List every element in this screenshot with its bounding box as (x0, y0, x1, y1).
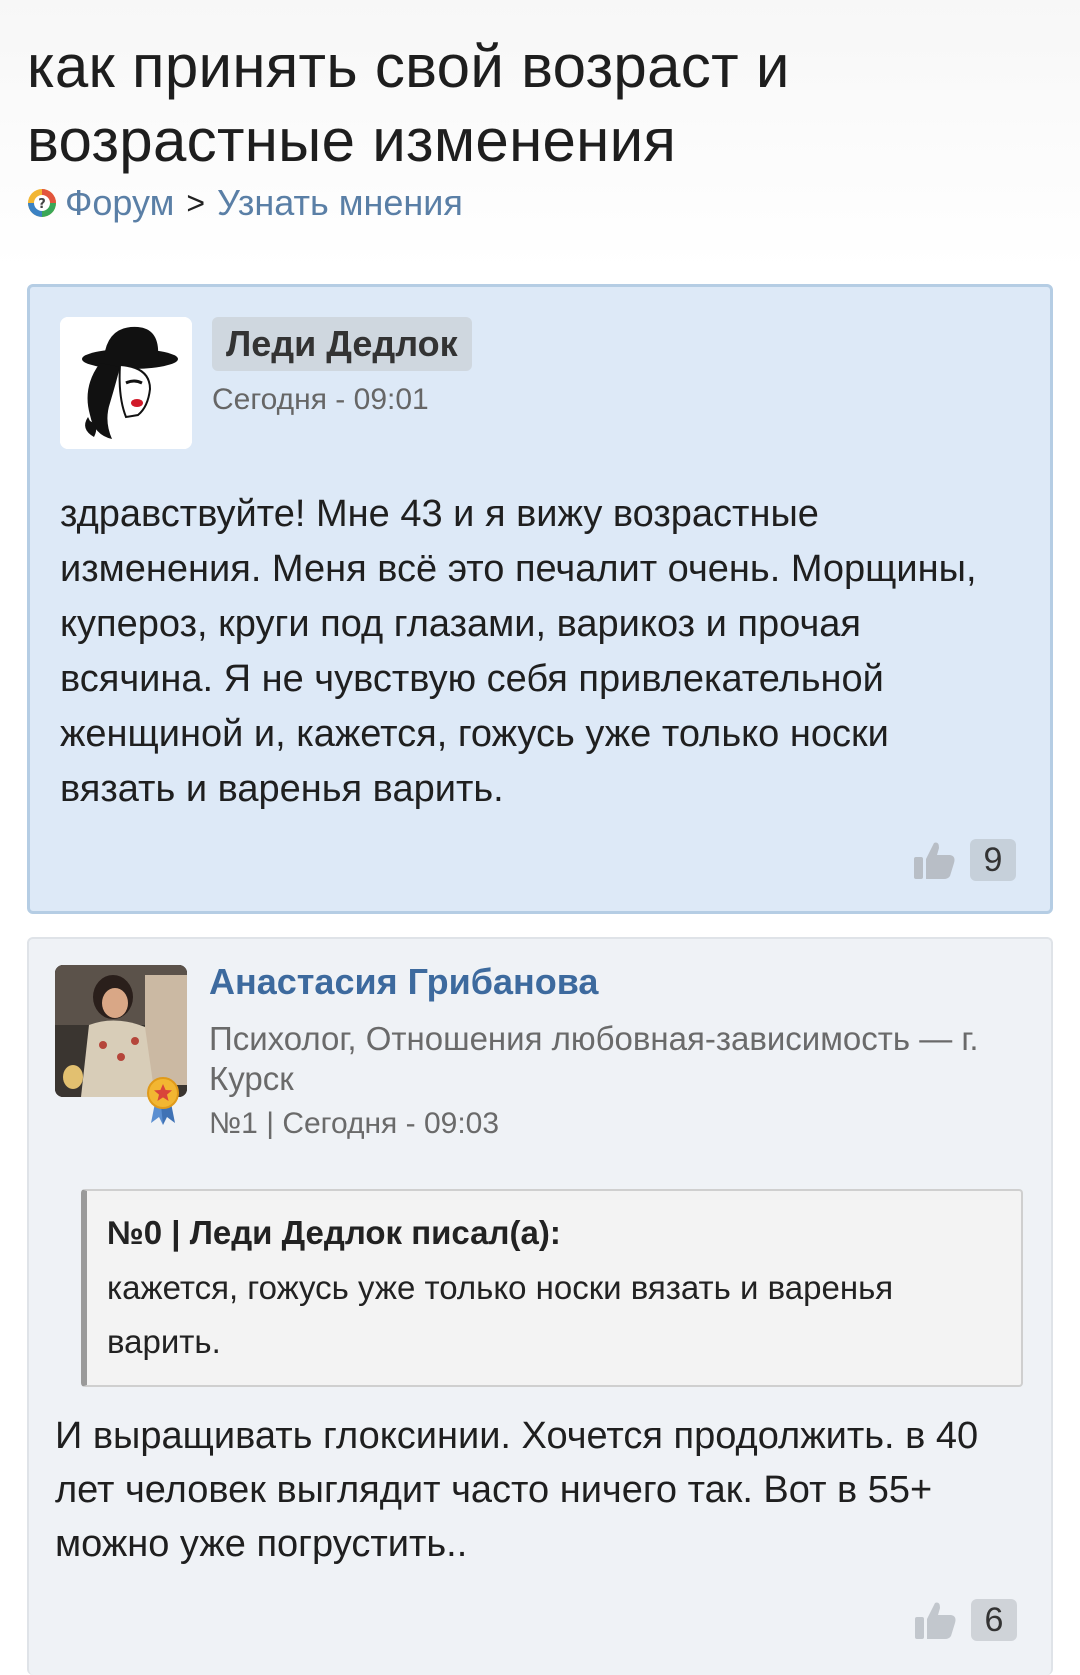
like-count: 6 (971, 1599, 1017, 1641)
reply-author-link[interactable]: Анастасия Грибанова (209, 961, 598, 1003)
thumbs-up-icon[interactable] (912, 839, 958, 881)
lady-in-hat-avatar[interactable] (60, 317, 192, 449)
breadcrumb: ? Форум > Узнать мнения (27, 180, 463, 226)
quote-text: кажется, гожусь уже только носки вязать … (107, 1269, 894, 1360)
breadcrumb-separator: > (186, 184, 206, 221)
reply-meta: №1 | Сегодня - 09:03 (209, 1107, 500, 1140)
post-text: здравствуйте! Мне 43 и я вижу возрастные… (60, 493, 977, 810)
reply-author-role: Психолог, Отношения любовная-зависимость… (209, 1020, 979, 1097)
reply-text: И выращивать глоксинии. Хочется продолжи… (55, 1415, 979, 1565)
topic-post: Леди Дедлок Сегодня - 09:01 здравствуйте… (27, 284, 1053, 914)
reply-post: Анастасия Грибанова Психолог, Отношения … (27, 937, 1053, 1675)
breadcrumb-section-link[interactable]: Узнать мнения (217, 182, 463, 224)
page-title: как принять свой возраст и возрастные из… (27, 33, 790, 174)
quote-header: №0 | Леди Дедлок писал(а): (107, 1214, 561, 1251)
svg-text:?: ? (38, 197, 46, 212)
expert-badge-icon (147, 1077, 179, 1125)
author-name-button[interactable]: Леди Дедлок (212, 317, 472, 371)
forum-question-icon: ? (28, 189, 56, 217)
post-date: Сегодня - 09:01 (212, 383, 429, 416)
like-count: 9 (970, 839, 1016, 881)
breadcrumb-forum-link[interactable]: Форум (65, 182, 174, 224)
like-control: 6 (913, 1599, 1017, 1641)
quote-block: №0 | Леди Дедлок писал(а): кажется, гожу… (81, 1189, 1023, 1387)
thumbs-up-icon[interactable] (913, 1599, 959, 1641)
like-control: 9 (912, 839, 1016, 881)
